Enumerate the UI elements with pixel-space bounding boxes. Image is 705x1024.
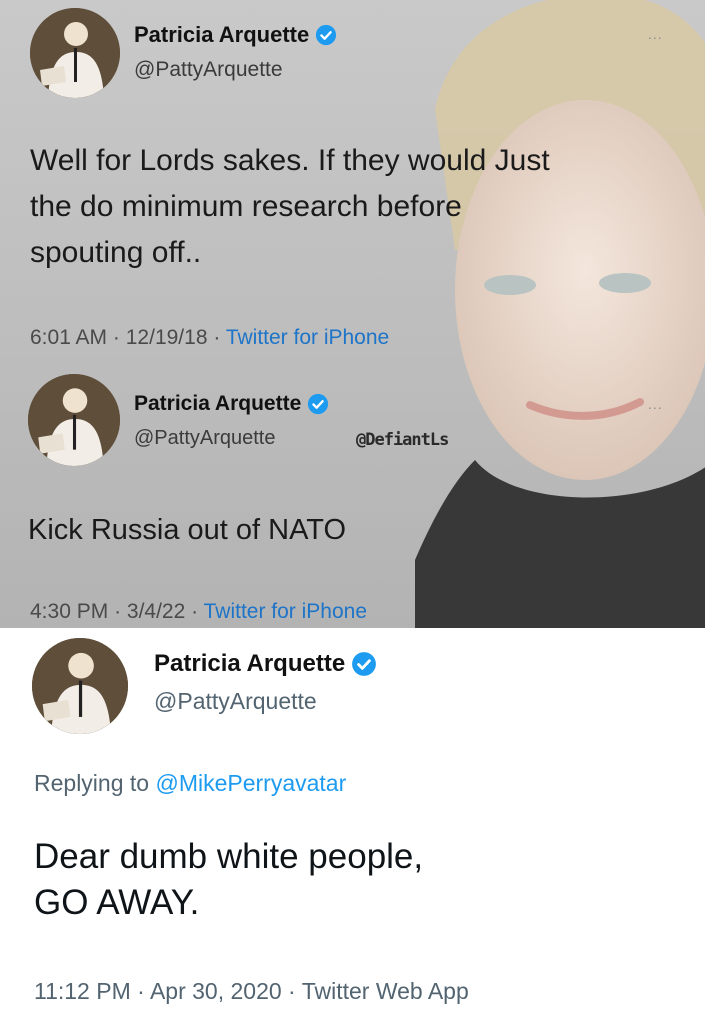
display-name[interactable]: Patricia Arquette — [154, 650, 377, 678]
tweet-1: Patricia Arquette @PattyArquette ... Wel… — [0, 0, 705, 360]
reply-mention-link[interactable]: @MikePerryavatar — [155, 770, 346, 796]
avatar[interactable] — [28, 374, 120, 466]
tweet-date[interactable]: Apr 30, 2020 — [150, 978, 282, 1004]
tweet-time[interactable]: 11:12 PM — [34, 978, 131, 1004]
verified-badge-icon — [308, 393, 329, 415]
avatar-photo — [28, 374, 120, 466]
verified-badge-icon — [316, 24, 337, 46]
handle[interactable]: @PattyArquette — [134, 58, 283, 82]
tweet-meta: 11:12 PM · Apr 30, 2020 · Twitter Web Ap… — [34, 978, 469, 1004]
tweet-time[interactable]: 4:30 PM — [30, 600, 108, 623]
tweet-date[interactable]: 3/4/22 — [127, 600, 185, 623]
tweet-text: Kick Russia out of NATO — [28, 514, 347, 546]
faded-tweets-panel: Patricia Arquette @PattyArquette ... Wel… — [0, 0, 705, 628]
handle[interactable]: @PattyArquette — [154, 688, 317, 715]
tweet-text: Well for Lords sakes. If they would Just… — [30, 144, 550, 269]
avatar-photo — [32, 638, 128, 734]
tweet-source[interactable]: Twitter for iPhone — [204, 600, 367, 623]
more-options-icon[interactable]: ... — [648, 396, 663, 412]
tweet-source[interactable]: Twitter for iPhone — [226, 326, 389, 349]
display-name-text[interactable]: Patricia Arquette — [154, 650, 345, 678]
display-name-text[interactable]: Patricia Arquette — [134, 392, 301, 416]
display-name[interactable]: Patricia Arquette — [134, 22, 337, 48]
tweet-3: Patricia Arquette @PattyArquette Replyin… — [0, 628, 705, 1024]
tweet-meta: 6:01 AM · 12/19/18 · Twitter for iPhone — [30, 326, 390, 349]
watermark: @DefiantLs — [356, 430, 449, 450]
tweet-meta: 4:30 PM · 3/4/22 · Twitter for iPhone — [30, 600, 368, 623]
handle[interactable]: @PattyArquette — [134, 427, 275, 450]
display-name[interactable]: Patricia Arquette — [134, 392, 329, 416]
tweet-time[interactable]: 6:01 AM — [30, 326, 107, 349]
display-name-text[interactable]: Patricia Arquette — [134, 22, 309, 48]
tweet-2: Patricia Arquette @PattyArquette @Defian… — [0, 360, 705, 628]
replying-to: Replying to @MikePerryavatar — [34, 770, 347, 796]
avatar[interactable] — [30, 8, 120, 98]
verified-badge-icon — [352, 652, 377, 676]
avatar[interactable] — [32, 638, 128, 734]
tweet-date[interactable]: 12/19/18 — [126, 326, 208, 349]
tweet-source[interactable]: Twitter Web App — [302, 978, 469, 1004]
tweet-text: Dear dumb white people, GO AWAY. — [34, 837, 424, 922]
more-options-icon[interactable]: ... — [648, 26, 663, 42]
avatar-photo — [30, 8, 120, 98]
